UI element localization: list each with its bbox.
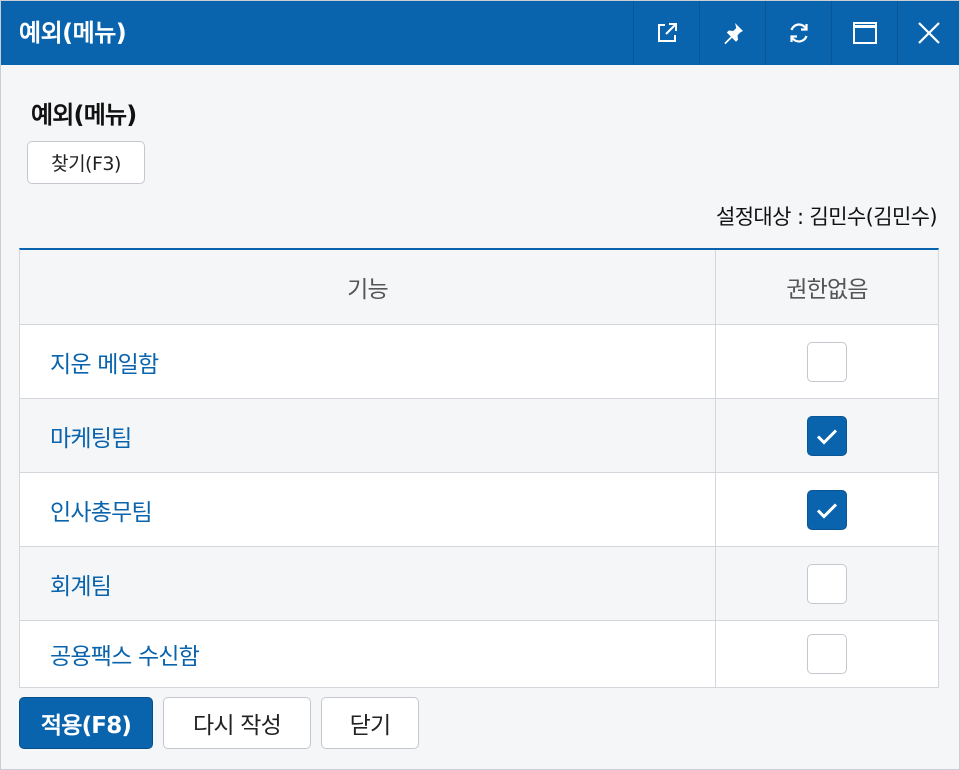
target-label: 설정대상 : 김민수(김민수): [715, 205, 938, 229]
table-row: 인사총무팀: [20, 473, 938, 547]
close-dialog-button[interactable]: 닫기: [321, 697, 419, 749]
window-title: 예외(메뉴): [19, 19, 127, 47]
close-button[interactable]: [897, 1, 959, 65]
maximize-icon: [852, 22, 877, 44]
page-title: 예외(메뉴): [31, 101, 137, 129]
pin-button[interactable]: [699, 1, 765, 65]
no-permission-checkbox[interactable]: [807, 341, 847, 382]
pin-icon: [723, 23, 743, 45]
checkmark-icon: [816, 428, 838, 445]
table-header-row: 기능 권한없음: [20, 250, 938, 325]
popout-icon: [657, 23, 677, 42]
no-permission-checkbox[interactable]: [807, 415, 847, 456]
apply-button[interactable]: 적용(F8): [19, 697, 153, 749]
row-label[interactable]: 지운 메일함: [20, 325, 716, 398]
no-permission-checkbox[interactable]: [807, 563, 847, 604]
find-button[interactable]: 찾기(F3): [27, 141, 145, 184]
close-icon: [917, 22, 940, 44]
dialog-window: 예외(메뉴) 예외(메뉴) 찾기(F3) 설정대상: 김민수(김민수) 기능 …: [0, 0, 960, 770]
checkmark-icon: [816, 502, 838, 519]
row-label[interactable]: 회계팀: [20, 547, 716, 620]
refresh-button[interactable]: [765, 1, 831, 65]
maximize-button[interactable]: [831, 1, 897, 65]
table-row: 마케팅팀: [20, 399, 938, 473]
row-label[interactable]: 인사총무팀: [20, 473, 716, 546]
reset-button[interactable]: 다시 작성: [163, 697, 311, 749]
title-bar: 예외(메뉴): [1, 1, 959, 65]
table-row: 회계팀: [20, 547, 938, 621]
no-permission-checkbox[interactable]: [807, 634, 847, 674]
table-row: 공용팩스 수신함: [20, 621, 938, 688]
table-row: 지운 메일함: [20, 325, 938, 399]
permission-table: 기능 권한없음 지운 메일함 마케팅팀 인사총무팀 회계팀 공용팩스 수신함: [19, 248, 939, 688]
header-no-permission: 권한없음: [786, 277, 868, 303]
popout-button[interactable]: [633, 1, 699, 65]
row-label[interactable]: 마케팅팀: [20, 399, 716, 472]
refresh-icon: [789, 23, 808, 43]
row-label[interactable]: 공용팩스 수신함: [20, 621, 716, 687]
no-permission-checkbox[interactable]: [807, 489, 847, 530]
header-function: 기능: [20, 250, 716, 324]
